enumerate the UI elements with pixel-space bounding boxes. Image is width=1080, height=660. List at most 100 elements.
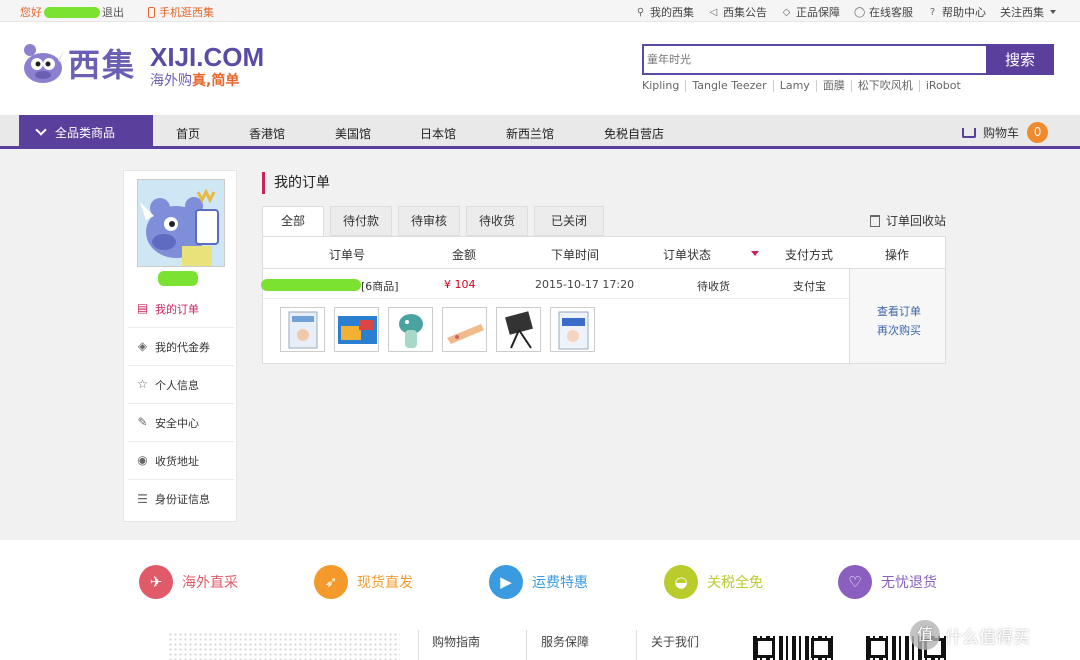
- shield-icon: ◇: [782, 6, 791, 18]
- divider: [526, 630, 527, 660]
- rhino-mascot-icon: [24, 44, 64, 83]
- avatar[interactable]: [137, 179, 225, 267]
- footer-link-about[interactable]: 关于我们: [651, 633, 699, 650]
- hotword-link[interactable]: Lamy: [772, 80, 816, 92]
- hotword-link[interactable]: iRobot: [918, 80, 967, 92]
- chevron-down-icon[interactable]: [751, 251, 759, 256]
- order-tabs: 全部 待付款 待审核 待收货 已关闭: [262, 206, 610, 237]
- site-watermark: 值 什么值得买: [910, 620, 1030, 650]
- sidebar-item-profile[interactable]: ☆ 个人信息: [128, 366, 234, 404]
- tab-closed[interactable]: 已关闭: [534, 206, 604, 236]
- mobile-label: 手机逛西集: [159, 6, 214, 19]
- sidebar-item-label: 安全中心: [155, 416, 199, 430]
- greeting: 您好: [20, 6, 42, 19]
- tab-pending-review[interactable]: 待审核: [398, 206, 460, 236]
- top-bar: 您好 退出 手机逛西集 ⚲ 我的西集 ◁ 西集公告 ◇ 正品保障 ◯ 在线客服 ? 帮助中…: [0, 0, 1080, 22]
- top-bar-right: ⚲ 我的西集 ◁ 西集公告 ◇ 正品保障 ◯ 在线客服 ? 帮助中心 关注西集: [621, 4, 1056, 20]
- shopping-bag-icon: ✈: [139, 565, 173, 599]
- product-thumbnail[interactable]: [550, 307, 595, 352]
- sidebar-item-id-card[interactable]: ☰ 身份证信息: [128, 480, 234, 518]
- order-number-redacted[interactable]: [261, 279, 361, 291]
- sidebar-item-label: 收货地址: [155, 454, 199, 468]
- nav-item-dutyfree[interactable]: 免税自营店: [604, 125, 664, 142]
- phone-icon: [148, 6, 155, 18]
- top-bar-left: 您好 退出 手机逛西集: [20, 4, 214, 20]
- tab-pending-receipt[interactable]: 待收货: [466, 206, 528, 236]
- order-recycle-bin-link[interactable]: 订单回收站: [869, 212, 946, 229]
- watermark-badge: 值: [910, 620, 940, 650]
- mobile-link[interactable]: 手机逛西集: [148, 4, 214, 20]
- view-order-link[interactable]: 查看订单: [877, 303, 921, 319]
- follow-dropdown[interactable]: 关注西集: [1000, 4, 1056, 20]
- all-categories-button[interactable]: 全品类商品: [19, 115, 153, 149]
- feature-easy-return: ♡ 无忧退货: [838, 565, 937, 599]
- guarantee-label: 正品保障: [796, 6, 840, 19]
- nav-item-hongkong[interactable]: 香港馆: [249, 125, 285, 142]
- site-logo[interactable]: 西集 XIJI.COM 海外购真,简单: [20, 38, 264, 89]
- product-thumbnail[interactable]: [280, 307, 325, 352]
- username-redacted: [158, 271, 198, 286]
- tab-all[interactable]: 全部: [262, 206, 324, 237]
- item-count[interactable]: [6商品]: [361, 278, 399, 294]
- column-header: 下单时间: [551, 248, 600, 262]
- nav-item-newzealand[interactable]: 新西兰馆: [506, 125, 554, 142]
- recycle-label: 订单回收站: [885, 214, 946, 228]
- online-service-link[interactable]: ◯ 在线客服: [854, 4, 913, 20]
- hotword-link[interactable]: Tangle Teezer: [685, 80, 772, 92]
- order-status-filter[interactable]: 订单状态: [663, 246, 711, 263]
- site-header: 西集 XIJI.COM 海外购真,简单 搜索 Kipling Tangle Te…: [0, 22, 1080, 115]
- page-title: 我的订单: [262, 172, 330, 194]
- username-redacted[interactable]: [44, 6, 100, 18]
- nav-item-japan[interactable]: 日本馆: [420, 125, 456, 142]
- rebuy-link[interactable]: 再次购买: [877, 322, 921, 338]
- sidebar-item-coupons[interactable]: ◈ 我的代金券: [128, 328, 234, 366]
- search-button[interactable]: 搜索: [986, 44, 1054, 75]
- hotword-link[interactable]: 松下吹风机: [850, 80, 919, 92]
- product-thumbnail[interactable]: [334, 307, 379, 352]
- footer-link-shopping-guide[interactable]: 购物指南: [432, 633, 480, 650]
- column-header: 订单号: [329, 248, 366, 262]
- rocket-icon: ➶: [314, 565, 348, 599]
- id-card-icon: ☰: [137, 491, 148, 506]
- sidebar-item-security[interactable]: ✎ 安全中心: [128, 404, 234, 442]
- nav-item-usa[interactable]: 美国馆: [335, 125, 371, 142]
- logout-link[interactable]: 退出: [102, 4, 124, 20]
- my-xiji-link[interactable]: ⚲ 我的西集: [635, 4, 694, 20]
- account-menu: ▤ 我的订单 ◈ 我的代金券 ☆ 个人信息 ✎ 安全中心 ◉ 收货地址 ☰ 身份证信息: [128, 290, 234, 518]
- feature-label: 无忧退货: [881, 575, 937, 591]
- hotword-link[interactable]: 面膜: [815, 80, 851, 92]
- sidebar-item-my-orders[interactable]: ▤ 我的订单: [128, 290, 234, 328]
- divider: [636, 630, 637, 660]
- slogan-part-b: 真,简单: [192, 73, 240, 89]
- chevron-down-icon: [35, 123, 47, 136]
- cart-count-badge: 0: [1027, 122, 1049, 143]
- product-thumbnail[interactable]: [442, 307, 487, 352]
- piggy-bank-icon: ◒: [664, 565, 698, 599]
- qr-code: [753, 636, 833, 660]
- search-input[interactable]: [642, 44, 988, 75]
- hot-keywords: Kipling Tangle Teezer Lamy 面膜 松下吹风机 iRob…: [642, 80, 967, 92]
- sidebar-item-address[interactable]: ◉ 收货地址: [128, 442, 234, 480]
- main-nav: 全品类商品 首页 香港馆 美国馆 日本馆 新西兰馆 免税自营店 购物车 0: [0, 115, 1080, 149]
- feature-label: 海外直采: [182, 575, 238, 591]
- orders-panel: 我的订单 全部 待付款 待审核 待收货 已关闭 订单回收站 订单号 金额 下单时…: [261, 166, 946, 366]
- column-header: 支付方式: [785, 248, 834, 262]
- logo-chinese: 西集: [68, 46, 137, 84]
- orders-table: 订单号 金额 下单时间 订单状态 支付方式 操作 [6商品] ¥ 104 201…: [261, 236, 946, 364]
- tab-pending-payment[interactable]: 待付款: [330, 206, 392, 236]
- product-thumbnail[interactable]: [388, 307, 433, 352]
- product-thumbnail[interactable]: [496, 307, 541, 352]
- nav-item-home[interactable]: 首页: [176, 125, 200, 142]
- announcement-link[interactable]: ◁ 西集公告: [708, 4, 767, 20]
- column-header: 操作: [885, 248, 910, 262]
- cart-button[interactable]: 购物车 0: [962, 122, 1049, 143]
- account-sidebar: ▤ 我的订单 ◈ 我的代金券 ☆ 个人信息 ✎ 安全中心 ◉ 收货地址 ☰ 身份证信息: [123, 170, 237, 522]
- tag-icon: ◈: [137, 339, 148, 353]
- feature-label: 运费特惠: [532, 575, 588, 591]
- footer-link-service[interactable]: 服务保障: [541, 633, 589, 650]
- hotword-link[interactable]: Kipling: [642, 80, 685, 92]
- help-center-link[interactable]: ? 帮助中心: [927, 4, 986, 20]
- guarantee-link[interactable]: ◇ 正品保障: [781, 4, 840, 20]
- feature-label: 现货直发: [357, 575, 413, 591]
- chevron-down-icon: [1050, 10, 1056, 14]
